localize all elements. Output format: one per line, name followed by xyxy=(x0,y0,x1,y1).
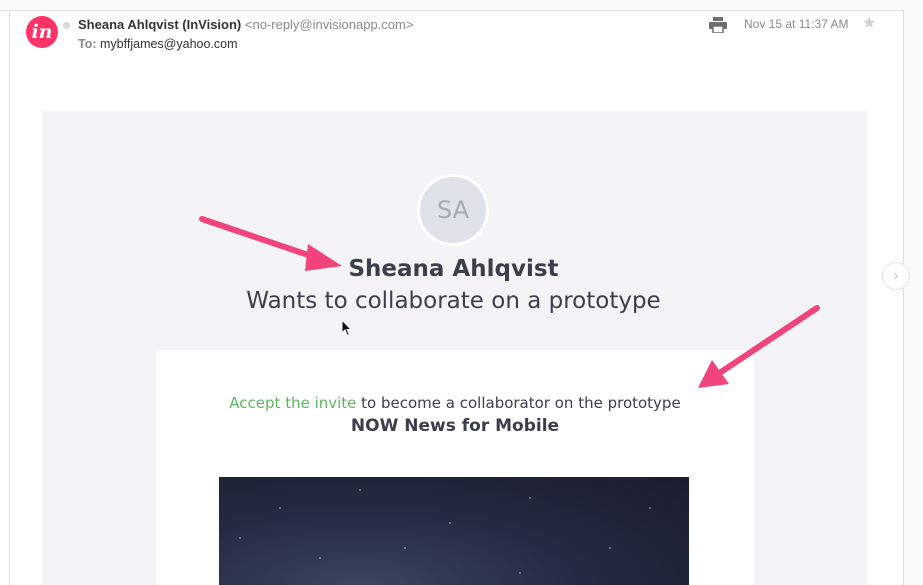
sender-line[interactable]: Sheana Ahlqvist (InVision) <no-reply@inv… xyxy=(78,17,413,32)
prototype-thumbnail[interactable] xyxy=(219,477,689,585)
invite-text: to become a collaborator on the prototyp… xyxy=(356,394,681,412)
accept-invite-link[interactable]: Accept the invite xyxy=(229,394,356,412)
inviter-name: Sheana Ahlqvist xyxy=(348,256,559,282)
prototype-name: NOW News for Mobile xyxy=(350,416,560,436)
email-date: Nov 15 at 11:37 AM xyxy=(744,17,849,31)
star-icon[interactable]: ★ xyxy=(862,13,876,33)
mouse-cursor-icon xyxy=(341,319,353,337)
print-icon[interactable] xyxy=(709,17,727,33)
recipient-line: To: mybffjames@yahoo.com xyxy=(78,37,238,51)
sender-avatar-logo: in xyxy=(26,16,58,48)
window-top-bar xyxy=(0,0,923,11)
avatar: SA xyxy=(417,174,489,246)
sender-name[interactable]: Sheana Ahlqvist (InVision) xyxy=(78,17,241,32)
invite-message: Accept the invite to become a collaborat… xyxy=(156,394,754,412)
invite-subtitle: Wants to collaborate on a prototype xyxy=(246,288,661,314)
sender-email[interactable]: <no-reply@invisionapp.com> xyxy=(245,17,414,32)
to-label: To: xyxy=(78,37,97,51)
recipient-address[interactable]: mybffjames@yahoo.com xyxy=(100,37,238,51)
chevron-right-icon[interactable]: › xyxy=(882,262,910,290)
read-status-dot xyxy=(63,22,70,29)
